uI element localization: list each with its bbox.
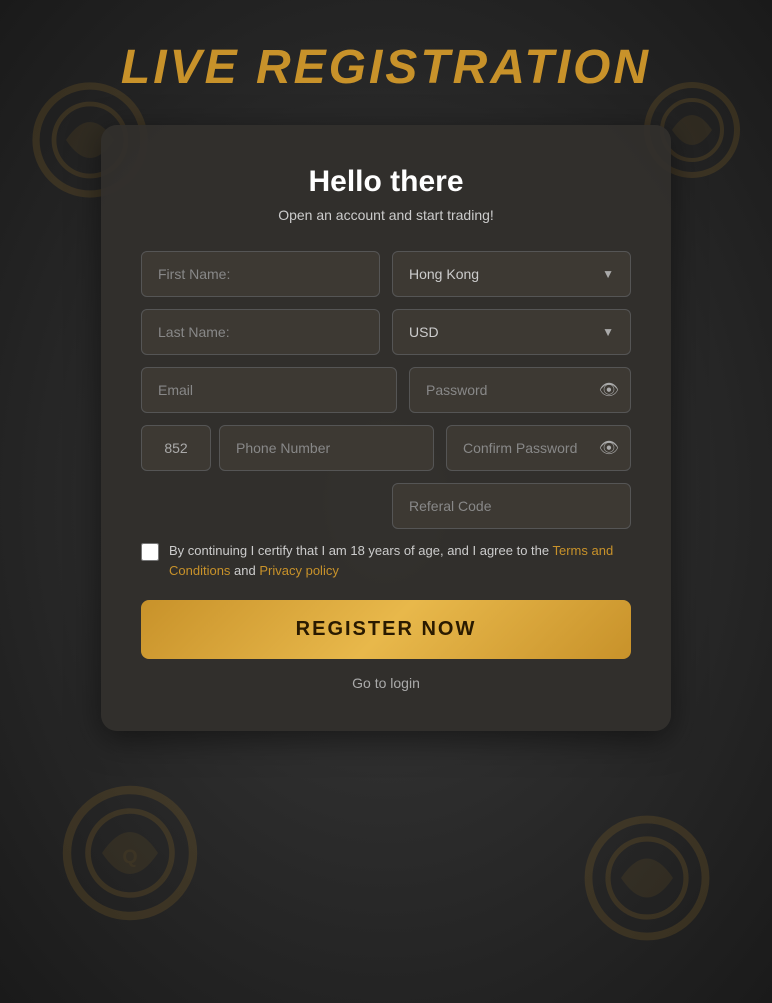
goto-login-link[interactable]: Go to login: [141, 675, 631, 691]
page-title: LIVE REGISTRATION: [121, 40, 651, 95]
svg-text:Q: Q: [122, 846, 137, 868]
registration-form-card: Hello there Open an account and start tr…: [101, 125, 671, 731]
and-text: and: [230, 563, 259, 578]
currency-select-wrapper[interactable]: USD EUR GBP HKD ▼: [392, 309, 631, 355]
row-lastname-currency: USD EUR GBP HKD ▼: [141, 309, 631, 355]
form-subtitle: Open an account and start trading!: [141, 207, 631, 223]
terms-label: By continuing I certify that I am 18 yea…: [169, 541, 631, 580]
terms-checkbox[interactable]: [141, 543, 159, 561]
last-name-input[interactable]: [141, 309, 380, 355]
form-heading: Hello there: [141, 165, 631, 199]
phone-group: 852: [141, 425, 434, 471]
confirm-password-eye-icon[interactable]: 👁: [599, 438, 619, 458]
referral-code-input[interactable]: [392, 483, 631, 529]
row-name-country: Hong Kong United States United Kingdom S…: [141, 251, 631, 297]
country-chevron-icon: ▼: [602, 267, 614, 281]
phone-number-input[interactable]: [219, 425, 434, 471]
first-name-input[interactable]: [141, 251, 380, 297]
phone-country-code-input[interactable]: 852: [141, 425, 211, 471]
register-button[interactable]: REGISTER NOW: [141, 600, 631, 659]
row-email-password: 👁: [141, 367, 631, 413]
password-eye-icon[interactable]: 👁: [599, 380, 619, 400]
currency-chevron-icon: ▼: [602, 325, 614, 339]
row-phone-confirmpassword: 852 👁: [141, 425, 631, 471]
checkbox-text-before: By continuing I certify that I am 18 yea…: [169, 543, 553, 558]
privacy-link[interactable]: Privacy policy: [259, 563, 338, 578]
country-select-wrapper[interactable]: Hong Kong United States United Kingdom S…: [392, 251, 631, 297]
currency-select[interactable]: USD EUR GBP HKD: [409, 324, 602, 340]
password-wrapper: 👁: [409, 367, 631, 413]
watermark-logo-bl: Q: [60, 783, 200, 923]
email-input[interactable]: [141, 367, 397, 413]
password-input[interactable]: [409, 367, 631, 413]
confirm-password-wrapper: 👁: [446, 425, 631, 471]
country-select[interactable]: Hong Kong United States United Kingdom S…: [409, 266, 602, 282]
watermark-logo-br: [582, 813, 712, 943]
row-referral: [141, 483, 631, 529]
terms-checkbox-row: By continuing I certify that I am 18 yea…: [141, 541, 631, 580]
